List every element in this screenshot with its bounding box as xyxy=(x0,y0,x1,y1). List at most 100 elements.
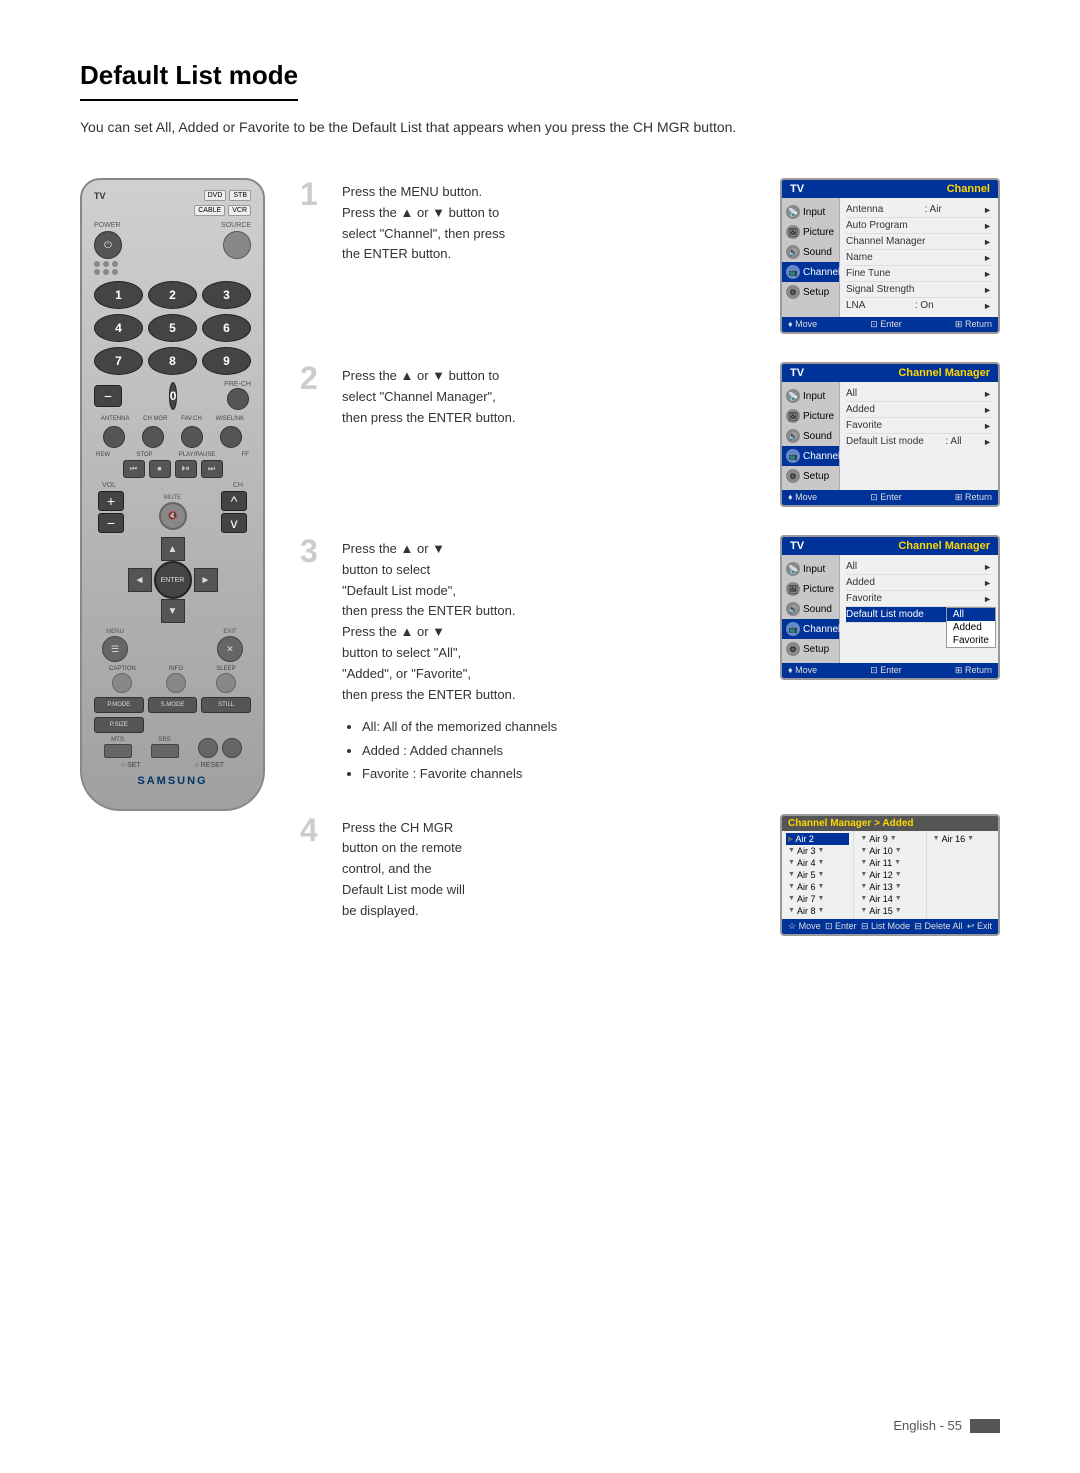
enter-button[interactable]: ENTER xyxy=(154,561,192,599)
vol-label: VOL xyxy=(102,482,116,489)
set-label: ○ SET xyxy=(121,762,141,769)
menu-button[interactable]: ☰ xyxy=(102,636,128,662)
footer-text: English - 55 xyxy=(893,1418,962,1433)
step1-sidebar-sound: 🔊 Sound xyxy=(782,242,839,262)
info-label: INFO xyxy=(169,666,183,672)
step1-name-row: Name ► xyxy=(846,250,992,266)
wiselink-label: WISELINK xyxy=(215,416,244,422)
extra-btn1[interactable] xyxy=(198,738,218,758)
num-2-button[interactable]: 2 xyxy=(148,281,197,309)
smode-button[interactable]: S.MODE xyxy=(148,697,198,713)
ff-label: FF xyxy=(242,452,249,458)
step2-tv-label: TV xyxy=(790,367,804,379)
num-5-button[interactable]: 5 xyxy=(148,314,197,342)
step1-footer-move: ♦ Move xyxy=(788,319,817,330)
prech-button[interactable] xyxy=(227,388,249,410)
mts-button[interactable] xyxy=(104,744,132,758)
step3-favorite-row: Favorite ► xyxy=(846,591,992,607)
vol-up-button[interactable]: + xyxy=(98,491,124,511)
step2-sidebar-picture: 🖼 Picture xyxy=(782,406,839,426)
play-button[interactable]: ⏵⏸ xyxy=(175,460,197,478)
step-3: 3 Press the ▲ or ▼ button to select "Def… xyxy=(300,535,1000,786)
page-title: Default List mode xyxy=(80,60,298,101)
menu-label: MENU xyxy=(106,629,124,635)
chmgr-label: CH MGR xyxy=(143,416,167,422)
srs-label: SRS xyxy=(158,737,170,743)
num-8-button[interactable]: 8 xyxy=(148,347,197,375)
caption-button[interactable] xyxy=(112,673,132,693)
still-button[interactable]: STILL xyxy=(201,697,251,713)
step1-tv-label: TV xyxy=(790,183,804,195)
step2-favorite-row: Favorite ► xyxy=(846,418,992,434)
remote-dvd-btn[interactable]: DVD xyxy=(204,190,227,201)
step2-screen-title: Channel Manager xyxy=(898,367,990,379)
ch-air10: ▼ Air 10 ▼ xyxy=(858,845,921,857)
chmgr-button[interactable] xyxy=(142,426,164,448)
exit-button[interactable]: ✕ xyxy=(217,636,243,662)
step1-sidebar-input: 📡 Input xyxy=(782,202,839,222)
stop-button[interactable]: ⏹ xyxy=(149,460,171,478)
step-4-text: Press the CH MGR button on the remote co… xyxy=(342,814,762,922)
mute-button[interactable]: 🔇 xyxy=(159,502,187,530)
nav-left-button[interactable]: ◄ xyxy=(128,568,152,592)
num-4-button[interactable]: 4 xyxy=(94,314,143,342)
ch-air9: ▼ Air 9 ▼ xyxy=(858,833,921,845)
pmode-button[interactable]: P.MODE xyxy=(94,697,144,713)
extra-btn2[interactable] xyxy=(222,738,242,758)
step3-sidebar-sound: 🔊 Sound xyxy=(782,599,839,619)
num-3-button[interactable]: 3 xyxy=(202,281,251,309)
ch-air15: ▼ Air 15 ▼ xyxy=(858,905,921,917)
samsung-logo: SAMSUNG xyxy=(94,775,251,787)
psize-button[interactable]: P.SIZE xyxy=(94,717,144,733)
antenna-button[interactable] xyxy=(103,426,125,448)
step4-footer-enter: ⊡ Enter xyxy=(825,921,857,932)
dropdown-all: All xyxy=(947,608,995,621)
ch-up-button[interactable]: ^ xyxy=(221,491,247,511)
srs-button[interactable] xyxy=(151,744,179,758)
nav-right-button[interactable]: ► xyxy=(194,568,218,592)
source-label: SOURCE xyxy=(221,222,251,229)
ch-air2: ▶ Air 2 xyxy=(786,833,849,845)
num-1-button[interactable]: 1 xyxy=(94,281,143,309)
step1-sidebar-channel: 📺 Channel xyxy=(782,262,839,282)
step-2: 2 Press the ▲ or ▼ button to select "Cha… xyxy=(300,362,1000,507)
numpad: 1 2 3 4 5 6 7 8 9 xyxy=(94,281,251,375)
remote-cable-btn[interactable]: CABLE xyxy=(194,205,225,216)
num-7-button[interactable]: 7 xyxy=(94,347,143,375)
bullet-added: Added : Added channels xyxy=(362,739,762,762)
step3-sidebar-setup: ⚙ Setup xyxy=(782,639,839,659)
bullet-favorite: Favorite : Favorite channels xyxy=(362,762,762,785)
reset-label: ○ RESET xyxy=(195,762,225,769)
remote-stb-btn[interactable]: STB xyxy=(229,190,251,201)
rew-button[interactable]: ⏮ xyxy=(123,460,145,478)
step2-added-row: Added ► xyxy=(846,402,992,418)
step-2-number: 2 xyxy=(300,362,324,394)
dropdown-favorite: Favorite xyxy=(947,634,995,647)
ff-button[interactable]: ⏭ xyxy=(201,460,223,478)
power-button[interactable]: ⏻ xyxy=(94,231,122,259)
num-9-button[interactable]: 9 xyxy=(202,347,251,375)
source-button[interactable] xyxy=(223,231,251,259)
step3-footer-return: ⊞ Return xyxy=(955,665,992,676)
favch-button[interactable] xyxy=(181,426,203,448)
step2-sidebar-channel: 📺 Channel xyxy=(782,446,839,466)
wiselink-button[interactable] xyxy=(220,426,242,448)
step3-dropdown: All Added Favorite xyxy=(946,607,996,648)
favch-label: FAV.CH xyxy=(181,416,202,422)
remote-vcr-btn[interactable]: VCR xyxy=(228,205,251,216)
sleep-button[interactable] xyxy=(216,673,236,693)
num-6-button[interactable]: 6 xyxy=(202,314,251,342)
vol-down-button[interactable]: − xyxy=(98,513,124,533)
step1-finetune-row: Fine Tune ► xyxy=(846,266,992,282)
bullet-all: All: All of the memorized channels xyxy=(362,715,762,738)
nav-down-button[interactable]: ▼ xyxy=(161,599,185,623)
step-3-number: 3 xyxy=(300,535,324,567)
nav-up-button[interactable]: ▲ xyxy=(161,537,185,561)
ch-down-button[interactable]: v xyxy=(221,513,247,533)
step1-sidebar-picture: 🖼 Picture xyxy=(782,222,839,242)
sleep-label: SLEEP xyxy=(216,666,235,672)
num-0-button[interactable]: 0 xyxy=(169,382,178,410)
info-button[interactable] xyxy=(166,673,186,693)
ch-air7: ▼ Air 7 ▼ xyxy=(786,893,849,905)
dash-button[interactable]: − xyxy=(94,385,122,407)
